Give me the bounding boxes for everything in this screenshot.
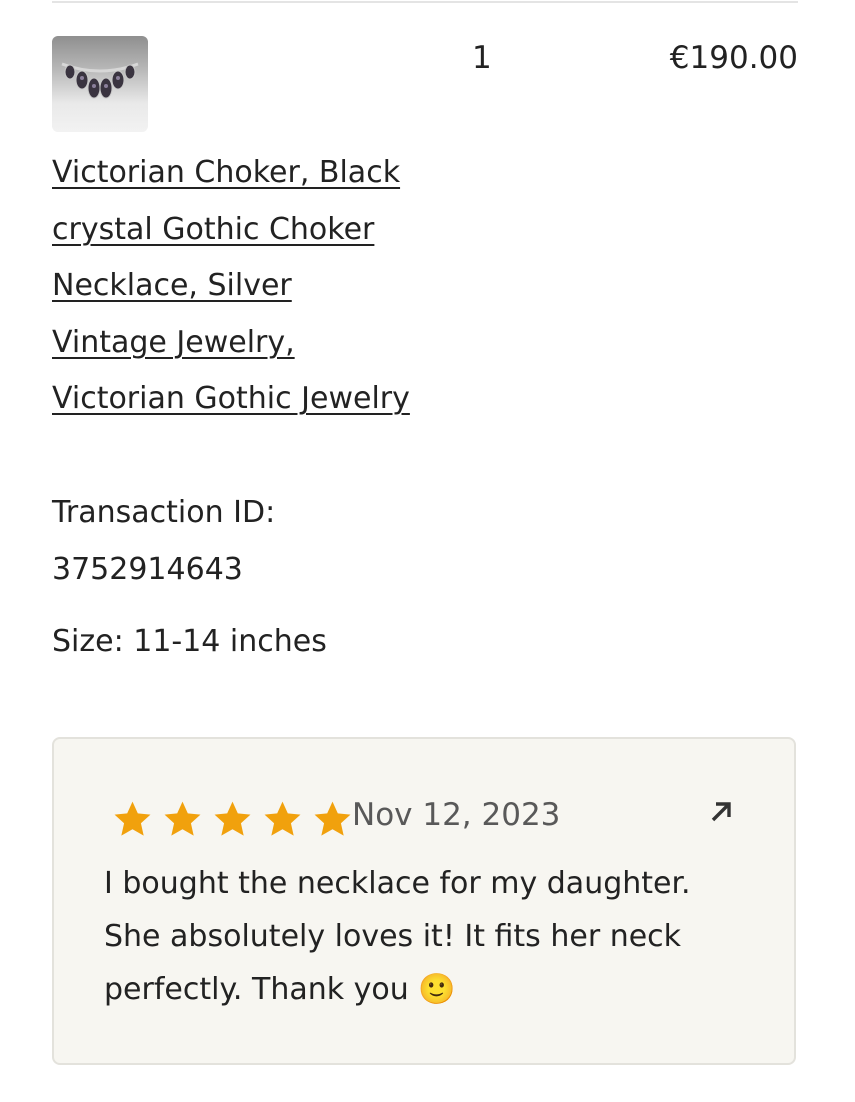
review-text: I bought the necklace for my daughter. S… (104, 866, 691, 1007)
product-thumbnail[interactable] (52, 36, 148, 132)
open-review-button[interactable] (704, 795, 738, 829)
review-card: Nov 12, 2023 I bought the necklace for m… (52, 737, 796, 1065)
arrow-up-right-icon (711, 802, 731, 822)
transaction-label: Transaction ID: (52, 495, 276, 530)
star-icon (314, 801, 351, 836)
transaction-info: Transaction ID: 3752914643 (52, 484, 452, 598)
product-title-link[interactable]: Victorian Choker, Black crystal Gothic C… (52, 145, 412, 428)
review-date: Nov 12, 2023 (352, 797, 561, 833)
item-price: €190.00 (669, 40, 798, 76)
item-size: Size: 11-14 inches (52, 624, 327, 659)
star-rating (110, 797, 355, 841)
item-quantity: 1 (472, 40, 492, 76)
transaction-id: 3752914643 (52, 552, 243, 587)
star-icon (114, 801, 151, 836)
choker-necklace-photo-icon (61, 62, 139, 99)
star-icon (264, 801, 301, 836)
star-icon (214, 801, 251, 836)
top-divider (52, 1, 798, 3)
star-icon (164, 801, 201, 836)
